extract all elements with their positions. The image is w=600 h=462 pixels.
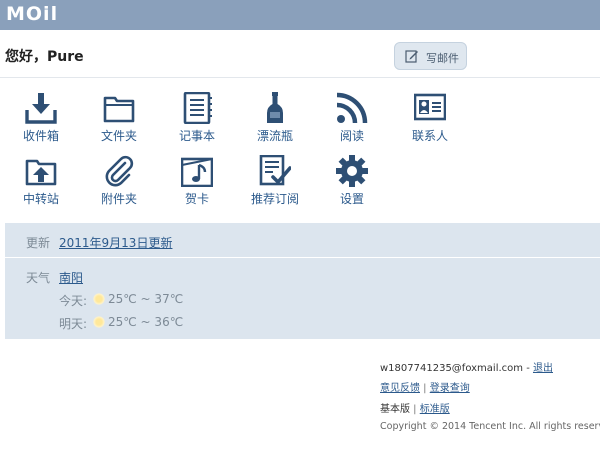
paperclip-icon — [105, 155, 134, 187]
weather-label: 天气 — [26, 271, 51, 285]
app-settings[interactable]: 设置 — [322, 155, 382, 221]
app-label: 附件夹 — [100, 192, 137, 206]
app-label: 记事本 — [178, 129, 215, 143]
app-reader[interactable]: 阅读 — [322, 92, 382, 158]
compose-label: 写邮件 — [426, 52, 459, 65]
app-label: 贺卡 — [184, 192, 209, 206]
app-label: 联系人 — [411, 129, 448, 143]
feedback-link[interactable]: 意见反馈 — [380, 383, 420, 394]
app-label: 阅读 — [339, 129, 364, 143]
mail-logo[interactable]: MOil — [6, 3, 58, 25]
checklist-icon — [259, 155, 291, 186]
music-card-icon — [181, 157, 213, 187]
compose-icon — [405, 50, 418, 63]
footer-version-line: 基本版 | 标准版 — [380, 404, 450, 415]
app-attachments[interactable]: 附件夹 — [89, 155, 149, 221]
app-label: 中转站 — [22, 192, 59, 206]
bottle-icon — [267, 92, 283, 123]
info-panel: 更新 2011年9月13日更新 天气 南阳 今天: 25℃ ~ 37℃ 明天: … — [5, 223, 600, 339]
sun-icon — [93, 316, 105, 328]
app-transfer-station[interactable]: 中转站 — [11, 155, 71, 221]
sun-icon — [93, 293, 105, 305]
app-label: 文件夹 — [100, 129, 137, 143]
today-label: 今天: — [59, 294, 88, 308]
rss-icon — [336, 92, 368, 124]
update-date-link[interactable]: 2011年9月13日更新 — [59, 234, 172, 251]
greeting-row: 您好，Pure 写邮件 — [0, 30, 600, 78]
tomorrow-temp: 25℃ ~ 36℃ — [108, 315, 184, 329]
app-inbox[interactable]: 收件箱 — [11, 92, 71, 158]
app-greeting-cards[interactable]: 贺卡 — [167, 155, 227, 221]
logout-link[interactable]: 退出 — [533, 363, 553, 374]
login-query-link[interactable]: 登录查询 — [430, 383, 470, 394]
weather-city-link[interactable]: 南阳 — [59, 269, 83, 286]
info-divider — [5, 257, 600, 258]
app-notebook[interactable]: 记事本 — [167, 92, 227, 158]
standard-version-link[interactable]: 标准版 — [420, 404, 450, 415]
footer-account-line: w1807741235@foxmail.com - 退出 — [380, 363, 553, 374]
copyright-text: Copyright © 2014 Tencent Inc. All rights… — [380, 421, 600, 432]
app-contacts[interactable]: 联系人 — [400, 92, 460, 158]
app-label: 漂流瓶 — [256, 129, 293, 143]
inbox-download-icon — [25, 93, 57, 124]
today-temp: 25℃ ~ 37℃ — [108, 292, 184, 306]
app-folders[interactable]: 文件夹 — [89, 92, 149, 158]
notebook-icon — [183, 92, 212, 124]
footer-links-line: 意见反馈 | 登录查询 — [380, 383, 470, 394]
gear-icon — [336, 155, 368, 187]
basic-version-text: 基本版 — [380, 404, 410, 415]
tomorrow-label: 明天: — [59, 317, 88, 331]
app-recommended-subscriptions[interactable]: 推荐订阅 — [245, 155, 305, 221]
app-drift-bottle[interactable]: 漂流瓶 — [245, 92, 305, 158]
update-label: 更新 — [26, 236, 51, 250]
folder-icon — [103, 96, 135, 123]
app-label: 推荐订阅 — [250, 192, 299, 206]
account-email: w1807741235@foxmail.com — [380, 363, 524, 374]
compose-button[interactable]: 写邮件 — [394, 42, 467, 70]
top-bar: MOil — [0, 0, 600, 30]
folder-upload-icon — [25, 159, 57, 186]
contact-card-icon — [414, 93, 446, 121]
greeting-text: 您好，Pure — [5, 49, 84, 65]
app-label: 设置 — [339, 192, 364, 206]
app-label: 收件箱 — [22, 129, 59, 143]
